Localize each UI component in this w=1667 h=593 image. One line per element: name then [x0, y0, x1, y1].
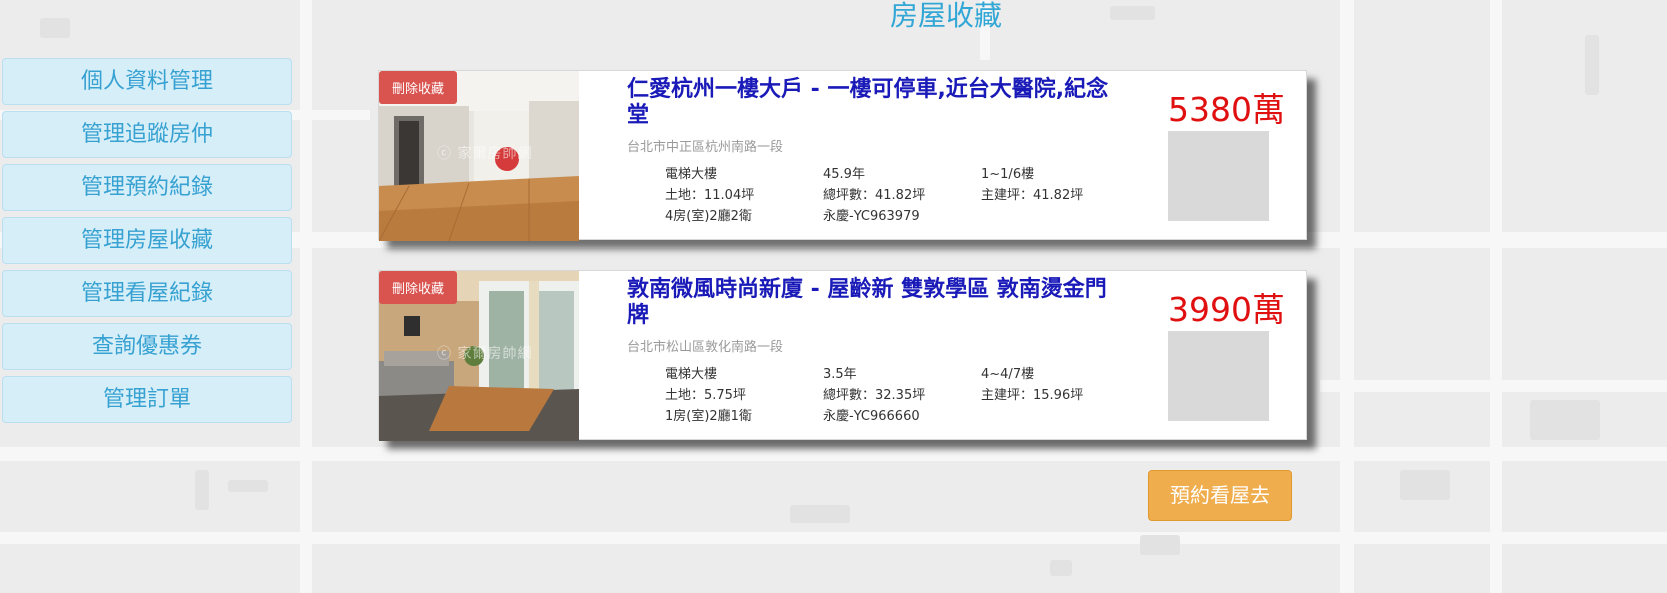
spec-age: 3.5年: [823, 367, 857, 382]
listing-price: 3990萬: [1168, 290, 1285, 329]
menu-item-profile[interactable]: 個人資料管理: [2, 58, 292, 105]
listing-card: ⓒ 家爾房帥網 刪除收藏 仁愛杭州一樓大戶 - 一樓可停車,近台大醫院,紀念堂 …: [378, 70, 1307, 241]
spec-building-type: 電梯大樓: [665, 167, 718, 182]
menu-item-viewing-history[interactable]: 管理看屋紀錄: [2, 270, 292, 317]
side-menu: 個人資料管理 管理追蹤房仲 管理預約紀錄 管理房屋收藏 管理看屋紀錄 查詢優惠券…: [2, 58, 292, 429]
book-viewing-button[interactable]: 預約看屋去: [1148, 470, 1292, 521]
page-title: 房屋收藏: [889, 0, 1002, 32]
listing-specs: 電梯大樓 3.5年 4~4/7樓 土地：5.75坪 總坪數：32.35坪 主建坪…: [665, 363, 1139, 424]
spec-listing-id: 永慶-YC966660: [823, 409, 920, 424]
listing-photo[interactable]: ⓒ 家爾房帥網 刪除收藏: [379, 271, 579, 441]
listing-title-link[interactable]: 仁愛杭州一樓大戶 - 一樓可停車,近台大醫院,紀念堂: [627, 77, 1117, 129]
spec-total-area: 總坪數：41.82坪: [823, 188, 926, 203]
spec-total-area: 總坪數：32.35坪: [823, 388, 926, 403]
spec-listing-id: 永慶-YC963979: [823, 209, 920, 224]
spec-main-area: 主建坪：41.82坪: [981, 188, 1084, 203]
photo-watermark: ⓒ 家爾房帥網: [437, 346, 533, 362]
listing-title-link[interactable]: 敦南微風時尚新廈 - 屋齡新 雙敦學區 敦南燙金門牌: [627, 277, 1117, 329]
agent-photo-placeholder: [1168, 131, 1269, 221]
spec-main-area: 主建坪：15.96坪: [981, 388, 1084, 403]
listing-card: ⓒ 家爾房帥網 刪除收藏 敦南微風時尚新廈 - 屋齡新 雙敦學區 敦南燙金門牌 …: [378, 270, 1307, 441]
spec-land-area: 土地：5.75坪: [665, 388, 746, 403]
agent-photo-placeholder: [1168, 331, 1269, 421]
menu-item-followed-agents[interactable]: 管理追蹤房仲: [2, 111, 292, 158]
spec-layout: 4房(室)2廳2衛: [665, 209, 752, 224]
menu-item-coupons[interactable]: 查詢優惠券: [2, 323, 292, 370]
menu-item-orders[interactable]: 管理訂單: [2, 376, 292, 423]
photo-watermark: ⓒ 家爾房帥網: [437, 146, 533, 162]
listing-price: 5380萬: [1168, 90, 1285, 129]
spec-floor: 1~1/6樓: [981, 167, 1035, 182]
remove-favorite-button[interactable]: 刪除收藏: [379, 271, 458, 304]
spec-building-type: 電梯大樓: [665, 367, 718, 382]
menu-item-appointments[interactable]: 管理預約紀錄: [2, 164, 292, 211]
spec-layout: 1房(室)2廳1衛: [665, 409, 752, 424]
listing-address: 台北市中正區杭州南路一段: [627, 140, 784, 155]
menu-item-favorites[interactable]: 管理房屋收藏: [2, 217, 292, 264]
listing-address: 台北市松山區敦化南路一段: [627, 340, 784, 355]
listing-photo[interactable]: ⓒ 家爾房帥網 刪除收藏: [379, 71, 579, 241]
listing-specs: 電梯大樓 45.9年 1~1/6樓 土地：11.04坪 總坪數：41.82坪 主…: [665, 163, 1139, 224]
spec-age: 45.9年: [823, 167, 865, 182]
remove-favorite-button[interactable]: 刪除收藏: [379, 71, 458, 104]
spec-land-area: 土地：11.04坪: [665, 188, 755, 203]
spec-floor: 4~4/7樓: [981, 367, 1035, 382]
